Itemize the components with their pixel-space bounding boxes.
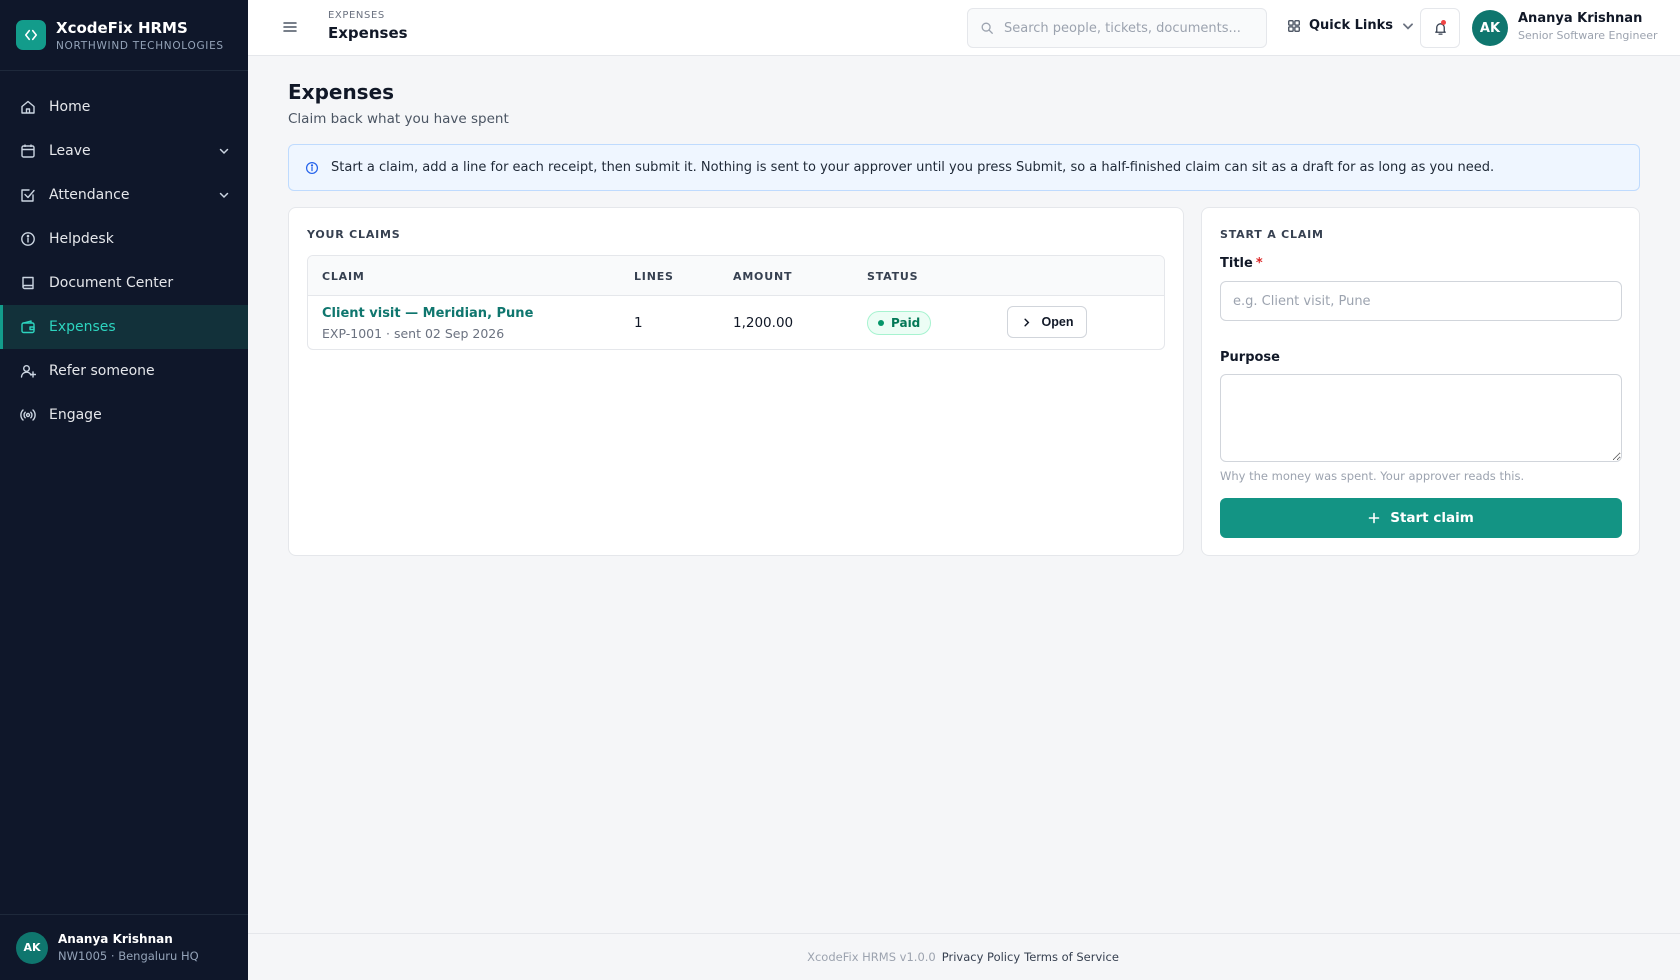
claim-title-input[interactable] xyxy=(1220,281,1622,321)
wallet-icon xyxy=(20,319,36,335)
sidebar-item-document-center[interactable]: Document Center xyxy=(0,261,248,305)
status-label: Paid xyxy=(891,316,921,330)
calendar-check-icon xyxy=(20,187,36,203)
purpose-help-text: Why the money was spent. Your approver r… xyxy=(1220,469,1525,483)
start-claim-button[interactable]: Start claim xyxy=(1220,498,1622,538)
claim-title-link[interactable]: Client visit — Meridian, Pune xyxy=(322,306,533,321)
brand-org: NORTHWIND TECHNOLOGIES xyxy=(56,39,224,52)
notification-dot xyxy=(1441,20,1446,25)
code-brackets-icon xyxy=(16,20,46,50)
status-badge: Paid xyxy=(867,311,932,335)
sidebar-item-label: Expenses xyxy=(49,319,116,335)
calendar-icon xyxy=(20,143,36,159)
sidebar-item-expenses[interactable]: Expenses xyxy=(0,305,248,349)
page-title: Expenses xyxy=(288,80,395,104)
start-claim-heading: START A CLAIM xyxy=(1220,228,1324,241)
claim-amount: 1,200.00 xyxy=(733,315,794,331)
required-mark: * xyxy=(1255,256,1263,271)
grid-icon xyxy=(1288,19,1300,32)
column-lines: LINES xyxy=(634,270,674,283)
start-claim-label: Start claim xyxy=(1390,510,1474,526)
search-box[interactable] xyxy=(967,8,1267,48)
info-banner: Start a claim, add a line for each recei… xyxy=(288,144,1640,191)
brand: XcodeFix HRMS NORTHWIND TECHNOLOGIES xyxy=(0,0,248,71)
breadcrumb: EXPENSES Expenses xyxy=(328,10,408,42)
topbar: EXPENSES Expenses Quick Links AK Ananya … xyxy=(248,0,1680,56)
breadcrumb-title: Expenses xyxy=(328,24,408,42)
chevron-down-icon xyxy=(219,148,229,155)
search-input[interactable] xyxy=(1004,20,1244,36)
sidebar-item-label: Helpdesk xyxy=(49,231,114,247)
column-status: STATUS xyxy=(867,270,919,283)
claims-table: CLAIM LINES AMOUNT STATUS Client visit —… xyxy=(307,255,1165,350)
sidebar-item-label: Refer someone xyxy=(49,363,155,379)
sidebar-user-name: Ananya Krishnan xyxy=(58,932,173,946)
start-claim-card: START A CLAIM Title* Purpose Why the mon… xyxy=(1201,207,1640,556)
column-amount: AMOUNT xyxy=(733,270,793,283)
open-claim-button[interactable]: Open xyxy=(1007,306,1087,338)
claim-lines: 1 xyxy=(634,315,643,331)
your-claims-card: YOUR CLAIMS CLAIM LINES AMOUNT STATUS Cl… xyxy=(288,207,1184,556)
sidebar-item-label: Home xyxy=(49,99,91,115)
sidebar-user-meta: NW1005 · Bengaluru HQ xyxy=(58,949,199,963)
avatar[interactable]: AK xyxy=(1472,10,1508,46)
sidebar-item-attendance[interactable]: Attendance xyxy=(0,173,248,217)
book-icon xyxy=(20,275,36,291)
quick-links-button[interactable]: Quick Links xyxy=(1287,18,1415,33)
sidebar-item-leave[interactable]: Leave xyxy=(0,129,248,173)
sidebar-item-engage[interactable]: Engage xyxy=(0,393,248,437)
sidebar-item-refer-someone[interactable]: Refer someone xyxy=(0,349,248,393)
terms-of-service-link[interactable]: Terms of Service xyxy=(1024,950,1119,964)
title-field-label: Title * xyxy=(1220,256,1263,271)
page-subtitle: Claim back what you have spent xyxy=(288,111,509,127)
notifications-button[interactable] xyxy=(1420,8,1460,48)
user-role: Senior Software Engineer xyxy=(1518,29,1658,42)
info-icon xyxy=(305,161,319,174)
claim-purpose-textarea[interactable] xyxy=(1220,374,1622,462)
purpose-field-label: Purpose xyxy=(1220,350,1280,365)
brand-name: XcodeFix HRMS xyxy=(56,18,188,37)
breadcrumb-section: EXPENSES xyxy=(328,10,385,21)
sidebar-item-home[interactable]: Home xyxy=(0,85,248,129)
chevron-down-icon xyxy=(1403,22,1413,30)
column-claim: CLAIM xyxy=(322,270,365,283)
sidebar-item-helpdesk[interactable]: Helpdesk xyxy=(0,217,248,261)
chevron-down-icon xyxy=(219,192,229,199)
avatar: AK xyxy=(16,931,48,964)
claim-meta: EXP-1001 · sent 02 Sep 2026 xyxy=(322,326,505,341)
user-menu[interactable]: Ananya Krishnan Senior Software Engineer xyxy=(1518,11,1658,42)
claims-table-header: CLAIM LINES AMOUNT STATUS xyxy=(308,256,1164,296)
info-banner-text: Start a claim, add a line for each recei… xyxy=(331,160,1495,175)
quick-links-label: Quick Links xyxy=(1309,18,1394,33)
user-name: Ananya Krishnan xyxy=(1518,11,1643,26)
info-circle-icon xyxy=(20,231,36,247)
sidebar-item-label: Engage xyxy=(49,407,102,423)
chevron-right-icon xyxy=(1023,318,1029,326)
open-claim-label: Open xyxy=(1041,315,1074,329)
sidebar: XcodeFix HRMS NORTHWIND TECHNOLOGIES Hom… xyxy=(0,0,248,980)
search-icon xyxy=(981,22,993,34)
menu-icon[interactable] xyxy=(282,19,298,35)
footer-version: XcodeFix HRMS v1.0.0 xyxy=(807,950,936,964)
sidebar-user[interactable]: AK Ananya Krishnan NW1005 · Bengaluru HQ xyxy=(0,914,248,980)
your-claims-heading: YOUR CLAIMS xyxy=(307,228,401,241)
sidebar-item-label: Attendance xyxy=(49,187,130,203)
sidebar-item-label: Document Center xyxy=(49,275,174,291)
status-dot xyxy=(878,320,884,326)
footer: XcodeFix HRMS v1.0.0 Privacy Policy Term… xyxy=(248,933,1680,980)
table-row: Client visit — Meridian, Pune EXP-1001 ·… xyxy=(308,296,1164,349)
privacy-policy-link[interactable]: Privacy Policy xyxy=(942,950,1020,964)
sidebar-nav: Home Leave Attendance Helpdesk Document … xyxy=(0,71,248,437)
broadcast-icon xyxy=(20,407,36,423)
plus-icon xyxy=(1368,512,1380,524)
sidebar-item-label: Leave xyxy=(49,143,91,159)
user-plus-icon xyxy=(20,363,36,379)
title-label-text: Title xyxy=(1220,256,1253,271)
home-icon xyxy=(20,99,36,115)
